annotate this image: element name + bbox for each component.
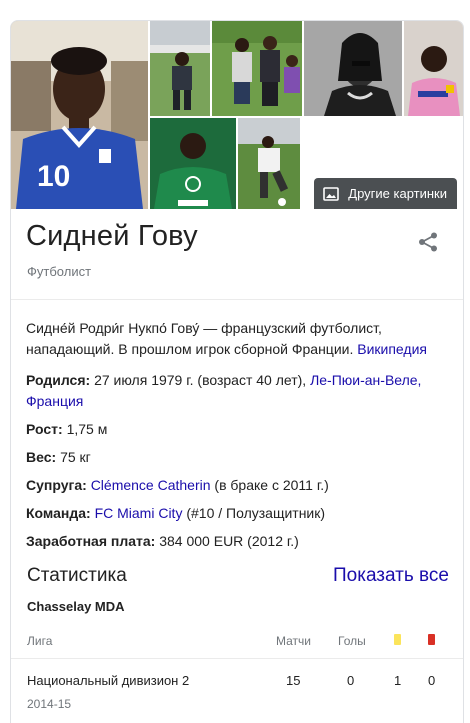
gallery-image-7[interactable] [238,118,300,209]
gallery-image-5[interactable] [404,21,463,116]
row-goals: 0 [347,673,355,688]
gallery-image-3[interactable] [212,21,302,116]
row-yellow: 1 [394,673,402,688]
col-matches: Матчи [276,634,311,648]
description-text: Сидне́й Родри́г Нукпо́ Гову́ — французск… [26,320,382,357]
row-season: 2014-15 [27,697,72,711]
fact-weight-value: 75 кг [60,449,91,465]
fact-born: Родился: 27 июля 1979 г. (возраст 40 лет… [26,370,451,412]
fact-team: Команда: FC Miami City (#10 / Полузащитн… [26,503,451,524]
fact-team-note: (#10 / Полузащитник) [186,505,326,521]
fact-height-value: 1,75 м [66,421,108,437]
stats-divider [11,658,463,659]
row-red: 0 [428,673,436,688]
entity-subtitle: Футболист [27,264,92,279]
col-goals: Голы [338,634,366,648]
fact-born-value: 27 июля 1979 г. (возраст 40 лет), [94,372,307,388]
header-divider [11,299,463,300]
fact-salary: Заработная плата: 384 000 EUR (2012 г.) [26,531,451,552]
description: Сидне́й Родри́г Нукпо́ Гову́ — французск… [26,318,451,360]
fact-born-label: Родился: [26,372,91,388]
gallery-image-2[interactable] [150,21,210,116]
yellow-card-icon [394,634,401,645]
wikipedia-link[interactable]: Википедия [357,341,427,357]
svg-text:10: 10 [37,160,70,193]
stats-title: Статистика [27,565,127,586]
more-images-label: Другие картинки [348,186,447,201]
gallery-image-4[interactable] [304,21,402,116]
fact-spouse-label: Супруга: [26,477,87,493]
stats-club: Chasselay MDA [27,599,125,614]
gallery-image-1[interactable]: 10 [11,21,148,209]
col-league: Лига [27,634,53,648]
spouse-link[interactable]: Clémence Catherin [91,477,211,493]
share-icon[interactable] [417,231,439,253]
fact-spouse: Супруга: Clémence Catherin (в браке с 20… [26,475,451,496]
fact-team-label: Команда: [26,505,91,521]
fact-height: Рост: 1,75 м [26,419,451,440]
fact-height-label: Рост: [26,421,63,437]
fact-weight-label: Вес: [26,449,57,465]
fact-salary-value: 384 000 EUR (2012 г.) [159,533,299,549]
show-all-link[interactable]: Показать все [333,565,449,587]
fact-spouse-note: (в браке с 2011 г.) [214,477,329,493]
fact-weight: Вес: 75 кг [26,447,451,468]
entity-title: Сидней Гову [26,220,198,252]
fact-salary-label: Заработная плата: [26,533,156,549]
red-card-icon [428,634,435,645]
knowledge-panel: 10 Другие картинки Сидней Гову Футболист… [10,20,464,723]
more-images-button[interactable]: Другие картинки [314,178,457,209]
gallery-image-6[interactable] [150,118,236,209]
row-league: Национальный дивизион 2 [27,673,190,688]
team-link[interactable]: FC Miami City [95,505,183,521]
row-matches: 15 [286,673,301,688]
image-icon [323,186,340,201]
